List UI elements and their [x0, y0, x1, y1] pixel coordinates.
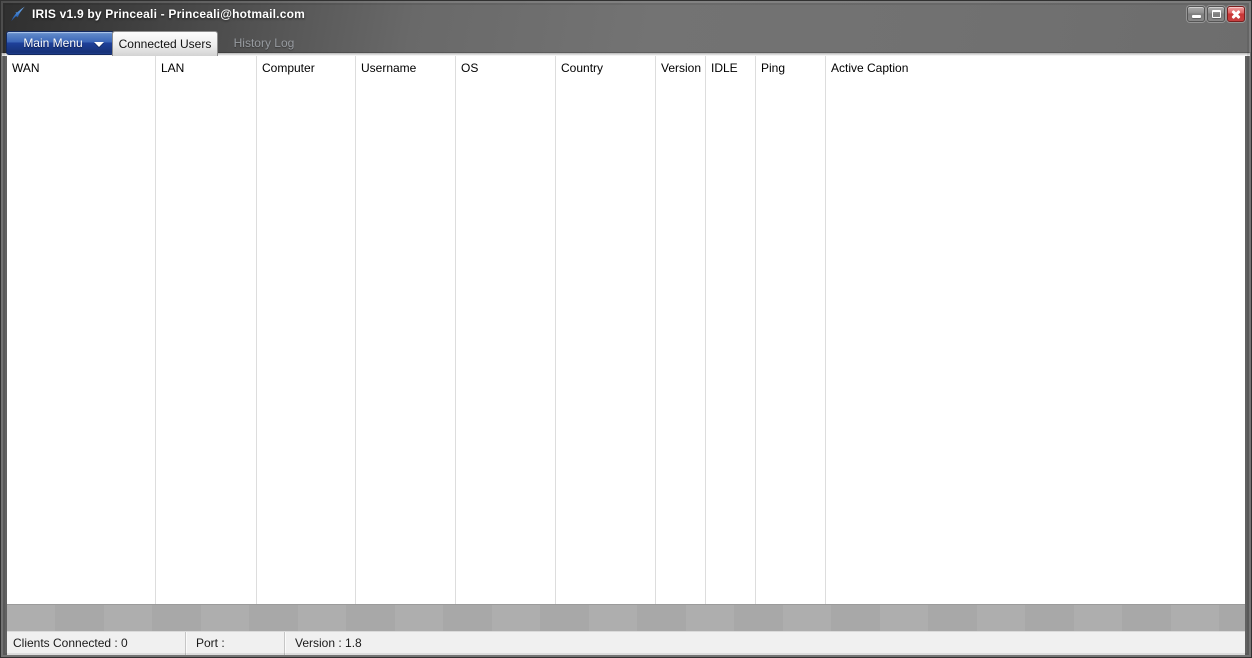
blue-bird-icon: [9, 4, 28, 24]
tab-connected-users[interactable]: Connected Users: [112, 31, 218, 56]
column-header-lan[interactable]: LAN: [156, 56, 256, 78]
tab-connected-users-label: Connected Users: [119, 37, 212, 51]
column-header-wan[interactable]: WAN: [7, 56, 155, 78]
column-header-os[interactable]: OS: [456, 56, 555, 78]
maximize-button[interactable]: [1207, 6, 1225, 22]
main-menu-button[interactable]: Main Menu: [6, 31, 114, 55]
column-idle: IDLE: [706, 56, 756, 604]
main-menu-label: Main Menu: [23, 36, 96, 50]
statusbar: Clients Connected : 0 Port : Version : 1…: [7, 631, 1245, 655]
maximize-icon: [1212, 10, 1221, 18]
column-version: Version: [656, 56, 706, 604]
window-title: IRIS v1.9 by Princeali - Princeali@hotma…: [32, 0, 305, 28]
column-lan: LAN: [156, 56, 257, 604]
status-port: Port :: [186, 632, 285, 655]
status-clients-connected: Clients Connected : 0: [7, 632, 186, 655]
close-icon: [1228, 7, 1244, 21]
chevron-down-icon: [94, 42, 104, 47]
horizontal-scrollbar-track[interactable]: [7, 604, 1245, 631]
column-country: Country: [556, 56, 656, 604]
column-header-active-caption[interactable]: Active Caption: [826, 56, 1245, 78]
column-os: OS: [456, 56, 556, 604]
column-computer: Computer: [257, 56, 356, 604]
window-controls: [1187, 6, 1245, 22]
column-wan: WAN: [7, 56, 156, 604]
column-header-ping[interactable]: Ping: [756, 56, 825, 78]
minimize-button[interactable]: [1187, 6, 1205, 22]
app-window: IRIS v1.9 by Princeali - Princeali@hotma…: [0, 0, 1252, 658]
close-button[interactable]: [1227, 6, 1245, 22]
titlebar: IRIS v1.9 by Princeali - Princeali@hotma…: [0, 0, 1252, 28]
connected-users-table: WANLANComputerUsernameOSCountryVersionID…: [7, 56, 1245, 604]
column-ping: Ping: [756, 56, 826, 604]
tab-history-log-label: History Log: [234, 36, 295, 50]
column-username: Username: [356, 56, 456, 604]
status-version: Version : 1.8: [285, 632, 1245, 655]
column-header-computer[interactable]: Computer: [257, 56, 355, 78]
column-header-idle[interactable]: IDLE: [706, 56, 755, 78]
column-header-country[interactable]: Country: [556, 56, 655, 78]
column-active-caption: Active Caption: [826, 56, 1245, 604]
column-header-username[interactable]: Username: [356, 56, 455, 78]
minimize-icon: [1192, 15, 1201, 18]
column-header-version[interactable]: Version: [656, 56, 705, 78]
tab-history-log[interactable]: History Log: [222, 31, 306, 55]
